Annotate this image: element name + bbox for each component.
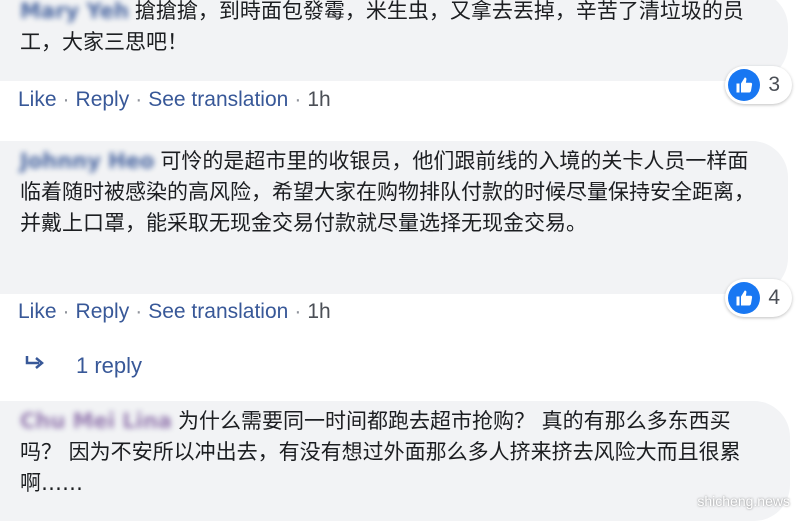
comment-author[interactable]: Chu Mei Lina <box>20 406 172 437</box>
reply-arrow-icon <box>24 354 46 378</box>
like-reaction-icon <box>728 282 761 314</box>
separator: · <box>294 300 302 323</box>
like-link[interactable]: Like <box>18 300 57 323</box>
reply-link[interactable]: Reply <box>76 88 130 111</box>
separator: · <box>135 88 143 111</box>
comment-bubble: Johnny Heo 可怜的是超市里的收银员，他们跟前线的入境的关卡人员一样面临着… <box>0 141 788 294</box>
like-link[interactable]: Like <box>18 88 57 111</box>
like-reaction-icon <box>728 69 761 101</box>
comment-actions: Like · Reply · See translation · 1h <box>18 86 331 114</box>
timestamp[interactable]: 1h <box>307 88 330 111</box>
replies-count-label[interactable]: 1 reply <box>76 353 142 379</box>
comment-bubble: Mary Yeh 搶搶搶，到時面包發霉，米生虫，又拿去丟掉，辛苦了清垃圾的员工，大… <box>0 0 788 81</box>
comment-author[interactable]: Mary Yeh <box>20 0 129 27</box>
see-translation-link[interactable]: See translation <box>148 88 288 111</box>
separator: · <box>294 88 302 111</box>
timestamp[interactable]: 1h <box>307 300 330 323</box>
watermark: shicheng.news <box>697 493 790 509</box>
reaction-count: 3 <box>768 73 780 96</box>
reaction-summary[interactable]: 3 <box>725 66 792 104</box>
comment-actions: Like · Reply · See translation · 1h <box>18 298 331 326</box>
comment-author[interactable]: Johnny Heo <box>20 146 154 177</box>
reply-link[interactable]: Reply <box>76 300 130 323</box>
view-replies-link[interactable]: 1 reply <box>24 353 142 379</box>
reaction-count: 4 <box>768 286 780 309</box>
separator: · <box>62 88 70 111</box>
separator: · <box>62 300 70 323</box>
see-translation-link[interactable]: See translation <box>148 300 288 323</box>
separator: · <box>135 300 143 323</box>
comment-bubble: Chu Mei Lina 为什么需要同一时间都跑去超市抢购？ 真的有那么多东西买吗… <box>0 401 790 521</box>
reaction-summary[interactable]: 4 <box>725 279 792 317</box>
